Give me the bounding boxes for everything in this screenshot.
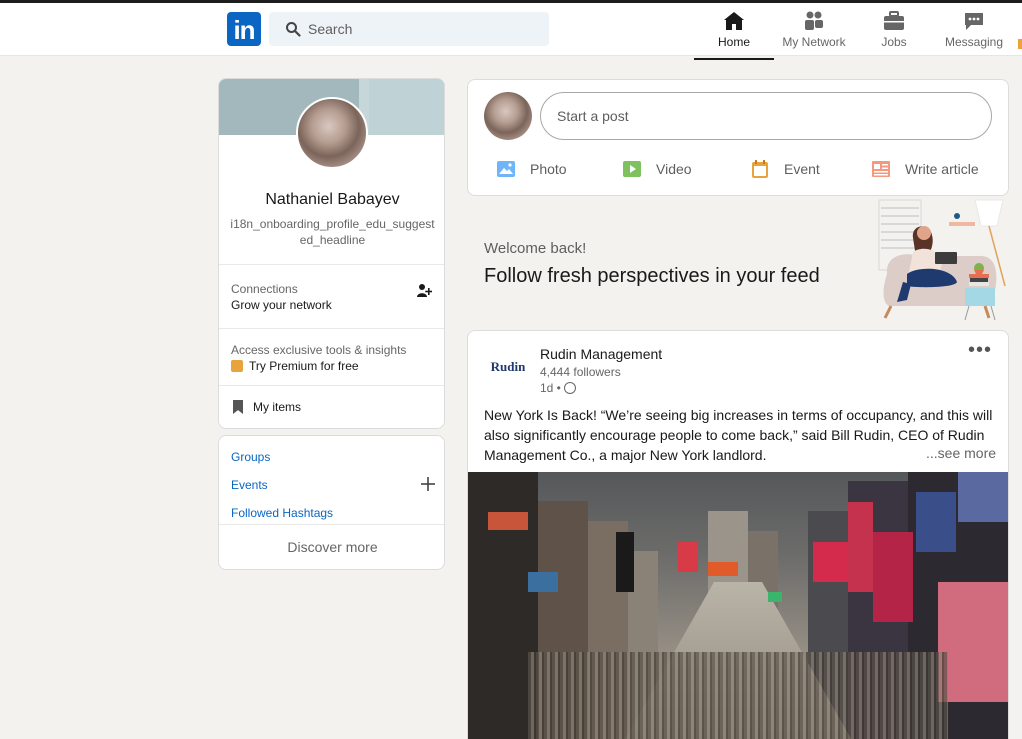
company-name[interactable]: Rudin Management <box>540 346 662 362</box>
premium-title: Access exclusive tools & insights <box>231 343 407 357</box>
my-items-label: My items <box>253 400 301 414</box>
chat-icon <box>965 13 983 30</box>
connections-subtitle[interactable]: Grow your network <box>231 298 332 312</box>
calendar-icon <box>752 160 768 178</box>
add-connection-icon[interactable] <box>416 283 432 299</box>
search-input[interactable]: Search <box>269 12 549 46</box>
start-post-button[interactable]: Start a post <box>540 92 992 140</box>
photo-icon <box>497 161 515 177</box>
feed-post: Rudin Rudin Management 4,444 followers 1… <box>467 330 1009 739</box>
event-label: Event <box>784 161 820 177</box>
profile-headline: i18n_onboarding_profile_edu_suggested_he… <box>230 217 435 247</box>
search-icon <box>286 22 301 37</box>
photo-label: Photo <box>530 161 567 177</box>
nav-home-label: Home <box>717 35 750 49</box>
try-premium-label: Try Premium for free <box>249 359 359 373</box>
globe-icon <box>563 382 576 394</box>
profile-card: Nathaniel Babayev i18n_onboarding_profil… <box>218 78 445 429</box>
try-premium-link[interactable]: Try Premium for free <box>231 359 359 373</box>
network-icon <box>805 11 823 30</box>
my-items-link[interactable]: My items <box>233 400 301 414</box>
post-time-label: 1d • <box>540 381 561 395</box>
divider <box>219 385 444 386</box>
followed-hashtags-link[interactable]: Followed Hashtags <box>231 506 333 520</box>
divider <box>219 524 444 525</box>
company-logo[interactable]: Rudin <box>484 351 532 383</box>
profile-name[interactable]: Nathaniel Babayev <box>219 191 444 209</box>
nav-messaging-label: Messaging <box>944 35 1004 49</box>
nav-overflow-edge <box>1018 39 1022 49</box>
write-article-label: Write article <box>905 161 979 177</box>
video-label: Video <box>656 161 692 177</box>
add-event-icon[interactable] <box>420 476 436 492</box>
welcome-subtitle: Welcome back! <box>484 240 587 257</box>
article-icon <box>872 161 890 177</box>
search-placeholder: Search <box>308 21 353 37</box>
events-link[interactable]: Events <box>231 478 268 492</box>
divider <box>219 328 444 329</box>
post-menu-icon[interactable]: ••• <box>968 339 992 362</box>
briefcase-icon <box>884 11 904 30</box>
welcome-title: Follow fresh perspectives in your feed <box>484 265 820 287</box>
video-icon <box>623 161 641 177</box>
nav-home[interactable]: Home <box>694 8 774 60</box>
share-box: Start a post Photo Video Event Write art… <box>467 79 1009 196</box>
welcome-illustration <box>878 199 1006 321</box>
nav-my-network[interactable]: My Network <box>774 8 854 56</box>
divider <box>219 264 444 265</box>
nav-messaging[interactable]: Messaging <box>934 8 1014 56</box>
groups-link[interactable]: Groups <box>231 450 270 464</box>
home-icon <box>724 12 744 30</box>
premium-icon <box>231 360 243 372</box>
connections-title[interactable]: Connections <box>231 282 298 296</box>
share-avatar[interactable] <box>484 92 532 140</box>
bookmark-icon <box>233 400 243 414</box>
community-card: Groups Events Followed Hashtags Discover… <box>218 435 445 570</box>
linkedin-logo[interactable]: in <box>227 12 261 46</box>
nav-jobs[interactable]: Jobs <box>854 8 934 56</box>
nav-jobs-label: Jobs <box>881 35 907 49</box>
global-nav: in Search Home My Network Jobs Messaging <box>0 0 1022 60</box>
nav-my-network-label: My Network <box>782 35 846 49</box>
company-followers: 4,444 followers <box>540 365 621 379</box>
post-text: New York Is Back! “We’re seeing big incr… <box>484 407 993 463</box>
profile-avatar[interactable] <box>296 97 368 169</box>
see-more-button[interactable]: ...see more <box>924 445 997 461</box>
discover-more-button[interactable]: Discover more <box>219 539 444 555</box>
post-time: 1d • <box>540 381 576 395</box>
post-image[interactable] <box>468 472 1008 739</box>
